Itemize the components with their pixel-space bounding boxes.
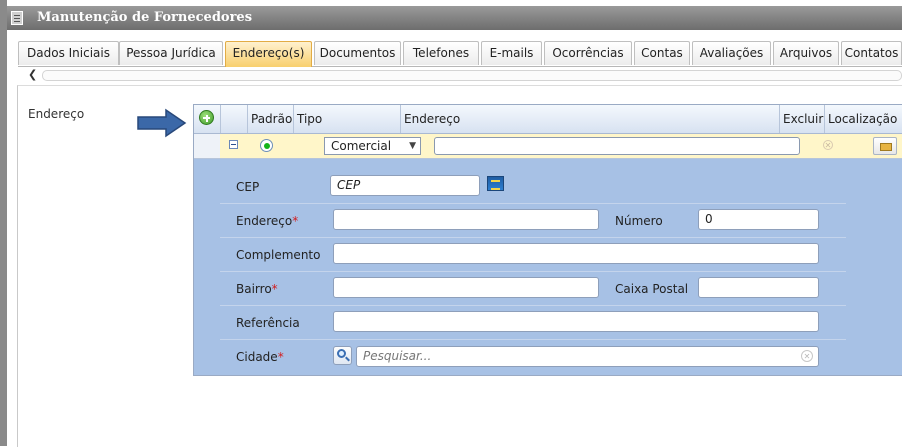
tab-avaliacoes[interactable]: Avaliações (692, 41, 771, 65)
tab-contas[interactable]: Contas (634, 41, 690, 65)
table-row[interactable]: Comercial ▼ ✕ (194, 134, 902, 159)
address-form: CEP CEP Endereço* Número 0 Complemento B… (220, 159, 846, 369)
clear-icon[interactable]: ✕ (801, 350, 813, 362)
window-left-border (0, 0, 7, 446)
tab-bar: Dados Iniciais Pessoa Jurídica Endereço(… (18, 41, 902, 67)
numero-input[interactable]: 0 (698, 209, 819, 230)
tab-emails[interactable]: E-mails (481, 41, 542, 65)
tab-dados-iniciais[interactable]: Dados Iniciais (18, 41, 119, 65)
row-gutter (194, 134, 220, 159)
section-label: Endereço (28, 107, 85, 121)
default-radio[interactable] (260, 139, 273, 152)
divider (220, 203, 846, 204)
tab-pessoa-juridica[interactable]: Pessoa Jurídica (119, 41, 223, 65)
document-icon (11, 11, 23, 25)
cidade-placeholder: Pesquisar... (363, 349, 432, 363)
cep-label: CEP (236, 180, 260, 194)
tab-scroll-row: ❮ (26, 68, 902, 82)
caixa-postal-input[interactable] (698, 277, 819, 298)
numero-label: Número (615, 214, 663, 228)
column-excluir[interactable]: Excluir (779, 105, 824, 133)
scroll-left-icon[interactable]: ❮ (28, 68, 37, 81)
endereco-input[interactable] (333, 209, 599, 230)
cidade-search-input[interactable]: Pesquisar... ✕ (356, 346, 819, 367)
column-padrao[interactable]: Padrão (247, 105, 293, 133)
search-button[interactable] (333, 346, 352, 365)
column-localizacao[interactable]: Localização (824, 105, 902, 133)
divider (220, 271, 846, 272)
correios-icon[interactable] (487, 176, 504, 191)
tab-contatos[interactable]: Contatos (841, 41, 902, 65)
grid-header: Padrão Tipo Endereço Excluir Localização (194, 105, 902, 134)
referencia-input[interactable] (333, 311, 819, 332)
window-titlebar: Manutenção de Fornecedores (7, 6, 902, 30)
column-tipo[interactable]: Tipo (293, 105, 400, 133)
column-endereco[interactable]: Endereço (400, 105, 779, 133)
divider (220, 237, 846, 238)
endereco-label: Endereço* (236, 214, 299, 228)
bairro-input[interactable] (333, 277, 599, 298)
complemento-input[interactable] (333, 243, 819, 264)
chevron-down-icon: ▼ (409, 141, 416, 151)
header-gutter (220, 105, 247, 133)
address-grid: Padrão Tipo Endereço Excluir Localização… (193, 104, 902, 376)
tipo-select-value: Comercial (331, 139, 392, 153)
tab-ocorrencias[interactable]: Ocorrências (544, 41, 632, 65)
divider (220, 339, 846, 340)
caixa-postal-label: Caixa Postal (615, 282, 689, 296)
search-icon-handle (345, 356, 350, 362)
tab-scrollbar[interactable] (42, 70, 902, 81)
window-title: Manutenção de Fornecedores (37, 10, 253, 25)
cidade-label: Cidade* (236, 350, 284, 364)
cep-input[interactable]: CEP (330, 175, 480, 196)
close-circle-icon[interactable]: ✕ (823, 140, 833, 150)
referencia-label: Referência (236, 316, 300, 330)
tipo-select[interactable]: Comercial ▼ (324, 137, 421, 155)
divider (220, 305, 846, 306)
bairro-label: Bairro* (236, 282, 278, 296)
complemento-label: Complemento (236, 248, 321, 262)
row-endereco-input[interactable] (434, 137, 800, 155)
map-icon[interactable] (873, 137, 897, 155)
arrow-right-icon (137, 108, 187, 138)
add-circle-icon[interactable] (199, 110, 214, 125)
app-window: Manutenção de Fornecedores Dados Iniciai… (0, 0, 902, 447)
tab-telefones[interactable]: Telefones (403, 41, 479, 65)
tab-enderecos[interactable]: Endereço(s) (225, 41, 312, 67)
minus-box-icon[interactable] (229, 140, 238, 149)
tab-documentos[interactable]: Documentos (314, 41, 401, 65)
tab-arquivos[interactable]: Arquivos (773, 41, 839, 65)
